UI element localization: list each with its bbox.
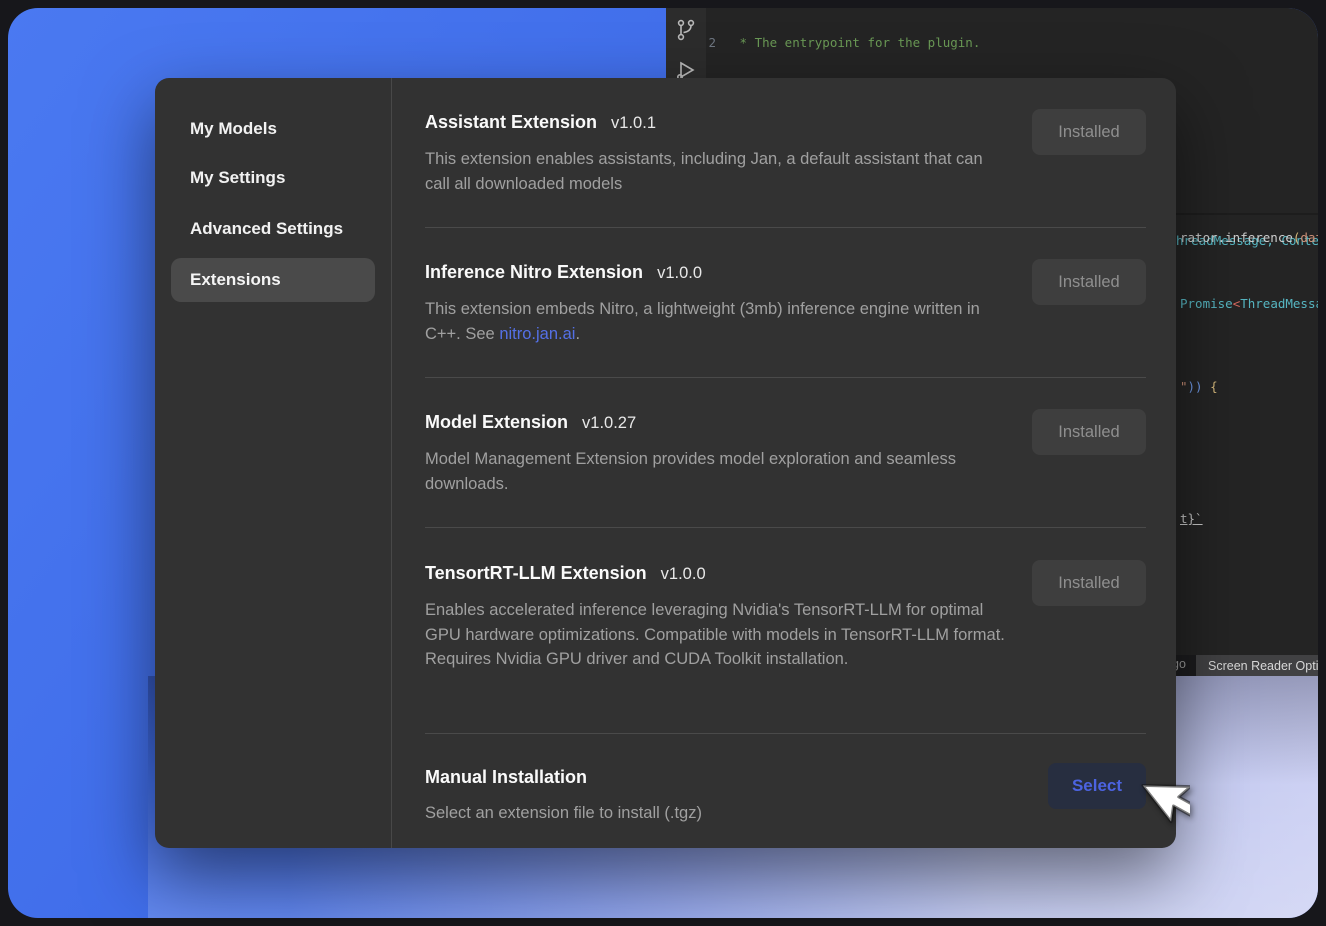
extension-description: This extension enables assistants, inclu… xyxy=(425,147,1010,196)
divider xyxy=(425,377,1146,378)
description-text: . xyxy=(575,325,580,343)
settings-panel: My Models My Settings Advanced Settings … xyxy=(155,78,1176,848)
installed-button[interactable]: Installed xyxy=(1032,560,1146,606)
code-fragment: t}` xyxy=(1180,511,1203,526)
nitro-jan-ai-link[interactable]: nitro.jan.ai xyxy=(499,325,575,343)
extension-title: TensortRT-LLM Extension xyxy=(425,560,647,586)
sidebar-item-my-settings[interactable]: My Settings xyxy=(190,168,285,188)
git-branch-icon xyxy=(674,18,698,42)
extension-title-row: Model Extension v1.0.27 xyxy=(425,409,1010,436)
manual-installation-title: Manual Installation xyxy=(425,764,587,790)
sidebar-item-label: Extensions xyxy=(190,270,281,290)
extension-description: Enables accelerated inference leveraging… xyxy=(425,598,1010,672)
code-fragment: rator.inference(data)); xyxy=(1180,230,1318,245)
divider xyxy=(425,527,1146,528)
extension-item-assistant: Assistant Extension v1.0.1 This extensio… xyxy=(425,109,1010,196)
settings-sidebar: My Models My Settings Advanced Settings … xyxy=(155,78,392,848)
screen-reader-status-chip: Screen Reader Optimized xyxy=(1196,655,1318,676)
select-file-button[interactable]: Select xyxy=(1048,763,1146,809)
extension-description: This extension embeds Nitro, a lightweig… xyxy=(425,297,1010,346)
manual-installation-title-row: Manual Installation xyxy=(425,764,702,790)
extension-item-tensorrt-llm: TensortRT-LLM Extension v1.0.0 Enables a… xyxy=(425,560,1010,672)
extension-item-model: Model Extension v1.0.27 Model Management… xyxy=(425,409,1010,496)
divider xyxy=(425,227,1146,228)
extension-item-inference-nitro: Inference Nitro Extension v1.0.0 This ex… xyxy=(425,259,1010,346)
code-text: * The entrypoint for the plugin. xyxy=(732,35,980,52)
code-fragment: Promise<ThreadMessage> xyxy=(1180,296,1318,311)
extension-title: Inference Nitro Extension xyxy=(425,259,643,285)
divider xyxy=(425,733,1146,734)
extension-title-row: TensortRT-LLM Extension v1.0.0 xyxy=(425,560,1010,587)
extension-title-row: Inference Nitro Extension v1.0.0 xyxy=(425,259,1010,286)
installed-button[interactable]: Installed xyxy=(1032,409,1146,455)
extension-title: Model Extension xyxy=(425,409,568,435)
extension-version: v1.0.1 xyxy=(611,110,656,136)
manual-installation-description: Select an extension file to install (.tg… xyxy=(425,801,702,826)
extension-title: Assistant Extension xyxy=(425,109,597,135)
code-line: 2 * The entrypoint for the plugin. xyxy=(666,35,1318,52)
marketing-screenshot-canvas: 2 * The entrypoint for the plugin. 3 */ … xyxy=(0,0,1326,926)
extension-version: v1.0.27 xyxy=(582,410,636,436)
code-fragment: ")) { xyxy=(1180,379,1218,394)
extensions-list: Assistant Extension v1.0.1 This extensio… xyxy=(425,78,1146,848)
sidebar-item-advanced-settings[interactable]: Advanced Settings xyxy=(190,219,343,239)
manual-installation-row: Manual Installation Select an extension … xyxy=(425,764,702,826)
extension-version: v1.0.0 xyxy=(661,561,706,587)
extension-title-row: Assistant Extension v1.0.1 xyxy=(425,109,1010,136)
sidebar-item-my-models[interactable]: My Models xyxy=(190,119,277,139)
installed-button[interactable]: Installed xyxy=(1032,109,1146,155)
extension-description: Model Management Extension provides mode… xyxy=(425,447,1010,496)
extension-version: v1.0.0 xyxy=(657,260,702,286)
installed-button[interactable]: Installed xyxy=(1032,259,1146,305)
sidebar-item-extensions-active[interactable]: Extensions xyxy=(171,258,375,302)
